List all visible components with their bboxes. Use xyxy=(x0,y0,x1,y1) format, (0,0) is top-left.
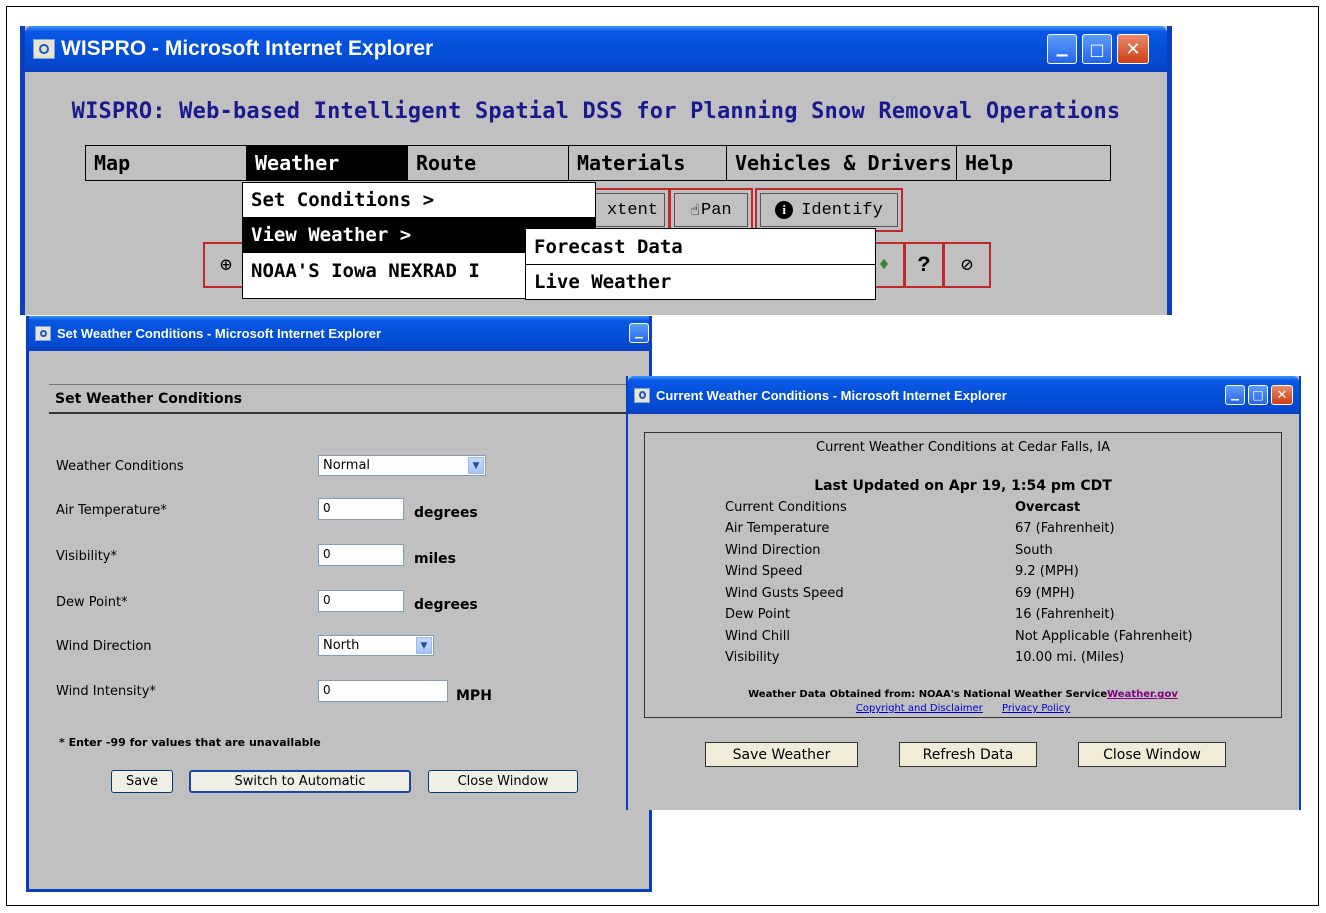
weather-row: Wind Speed 9.2 (MPH) xyxy=(725,564,1079,579)
refresh-data-button[interactable]: Refresh Data xyxy=(899,742,1037,767)
weather-row: Visibility 10.00 mi. (Miles) xyxy=(725,650,1125,665)
air-temperature-label: Air Temperature* xyxy=(56,503,167,518)
visibility-input[interactable]: 0 xyxy=(318,544,404,566)
current-weather-title-bar[interactable]: Current Weather Conditions - Microsoft I… xyxy=(628,376,1299,414)
pan-button[interactable]: ☝ Pan xyxy=(669,188,753,232)
wind-intensity-label: Wind Intensity* xyxy=(56,684,156,699)
privacy-policy-link[interactable]: Privacy Policy xyxy=(1002,703,1070,714)
minimize-button[interactable]: ▁ xyxy=(1225,385,1245,405)
weather-gov-link[interactable]: Weather.gov xyxy=(1107,689,1178,700)
minimize-button[interactable]: ▁ xyxy=(1047,34,1077,64)
switch-to-automatic-button[interactable]: Switch to Automatic xyxy=(189,770,411,793)
dew-point-unit: degrees xyxy=(414,597,478,613)
view-weather-submenu: Forecast Data Live Weather xyxy=(525,228,876,300)
close-button[interactable]: ✕ xyxy=(1271,385,1293,405)
dew-point-label: Dew Point* xyxy=(56,595,128,610)
save-weather-button[interactable]: Save Weather xyxy=(705,742,858,767)
no-icon: ⊘ xyxy=(960,255,974,278)
hand-icon: ☝ xyxy=(690,202,701,220)
weather-row: Wind Direction South xyxy=(725,543,1053,558)
weather-row: Air Temperature 67 (Fahrenheit) xyxy=(725,521,1115,536)
minimize-button[interactable]: ▁ xyxy=(629,323,649,343)
minimize-icon: ▁ xyxy=(635,327,643,339)
forecast-data-item[interactable]: Forecast Data xyxy=(526,229,875,265)
save-button[interactable]: Save xyxy=(111,770,173,793)
set-window-title: Set Weather Conditions - Microsoft Inter… xyxy=(57,326,382,341)
app-title: WISPRO: Web-based Intelligent Spatial DS… xyxy=(71,99,1121,124)
weather-row: Dew Point 16 (Fahrenheit) xyxy=(725,607,1115,622)
current-weather-window: Current Weather Conditions - Microsoft I… xyxy=(626,376,1301,810)
footer-links: Copyright and Disclaimer Privacy Policy xyxy=(645,703,1281,714)
set-conditions-item[interactable]: Set Conditions > xyxy=(243,183,595,218)
minimize-icon: ▁ xyxy=(1056,41,1068,57)
current-window-title: Current Weather Conditions - Microsoft I… xyxy=(656,387,1007,403)
copyright-link[interactable]: Copyright and Disclaimer xyxy=(856,703,983,714)
menu-map[interactable]: Map xyxy=(86,146,247,180)
minimize-icon: ▁ xyxy=(1231,389,1239,401)
identify-button[interactable]: i Identify xyxy=(755,188,903,232)
full-extent-label: xtent xyxy=(595,193,665,227)
menu-help[interactable]: Help xyxy=(957,146,1110,180)
set-weather-heading: Set Weather Conditions xyxy=(49,384,657,414)
wind-intensity-input[interactable]: 0 xyxy=(318,680,448,702)
weather-row: Current Conditions Overcast xyxy=(725,500,1081,515)
ie-icon xyxy=(35,326,51,341)
pan-label: Pan xyxy=(701,200,732,220)
wind-direction-select[interactable]: North ▼ xyxy=(318,635,434,656)
last-updated: Last Updated on Apr 19, 1:54 pm CDT xyxy=(814,478,1112,494)
current-weather-panel: Current Weather Conditions at Cedar Fall… xyxy=(644,432,1282,718)
close-icon: ✕ xyxy=(1276,387,1288,403)
visibility-unit: miles xyxy=(414,551,457,567)
live-weather-item[interactable]: Live Weather xyxy=(526,265,875,299)
chevron-down-icon: ▼ xyxy=(468,457,484,474)
identify-label: Identify xyxy=(801,200,883,220)
set-weather-title-bar[interactable]: Set Weather Conditions - Microsoft Inter… xyxy=(29,316,649,351)
maximize-button[interactable]: □ xyxy=(1248,385,1268,405)
zoom-in-icon: ⊕ xyxy=(219,255,233,278)
visibility-label: Visibility* xyxy=(56,549,117,564)
menu-weather[interactable]: Weather xyxy=(247,146,408,180)
air-temperature-input[interactable]: 0 xyxy=(318,498,404,520)
wind-intensity-unit: MPH xyxy=(456,688,492,704)
clear-tool-button[interactable]: ⊘ xyxy=(943,242,991,288)
air-temperature-unit: degrees xyxy=(414,505,478,521)
current-weather-heading: Current Weather Conditions at Cedar Fall… xyxy=(816,440,1110,455)
menu-route[interactable]: Route xyxy=(408,146,569,180)
main-window: WISPRO - Microsoft Internet Explorer ▁ □… xyxy=(20,26,1172,315)
dew-point-input[interactable]: 0 xyxy=(318,590,404,612)
set-weather-window: Set Weather Conditions - Microsoft Inter… xyxy=(26,316,657,892)
close-window-button[interactable]: Close Window xyxy=(1078,742,1226,767)
menu-bar: Map Weather Route Materials Vehicles & D… xyxy=(85,145,1111,181)
help-tool-button[interactable]: ? xyxy=(904,242,944,288)
menu-materials[interactable]: Materials xyxy=(569,146,727,180)
weather-row: Wind Gusts Speed 69 (MPH) xyxy=(725,586,1075,601)
weather-conditions-label: Weather Conditions xyxy=(56,459,184,474)
ie-icon xyxy=(33,39,55,59)
maximize-icon: □ xyxy=(1252,388,1264,402)
unavailable-note: * Enter -99 for values that are unavaila… xyxy=(59,736,321,749)
main-title-bar[interactable]: WISPRO - Microsoft Internet Explorer ▁ □… xyxy=(25,26,1167,72)
info-icon: i xyxy=(775,201,794,219)
data-source: Weather Data Obtained from: NOAA's Natio… xyxy=(748,689,1178,700)
menu-vehicles-drivers[interactable]: Vehicles & Drivers xyxy=(727,146,957,180)
question-icon: ? xyxy=(917,252,931,278)
close-button[interactable]: ✕ xyxy=(1117,34,1149,64)
tool-icon: ♦ xyxy=(878,255,890,275)
close-window-button[interactable]: Close Window xyxy=(428,770,578,793)
chevron-down-icon: ▼ xyxy=(416,637,432,654)
main-window-title: WISPRO - Microsoft Internet Explorer xyxy=(61,37,434,60)
weather-conditions-select[interactable]: Normal ▼ xyxy=(318,455,486,476)
weather-row: Wind Chill Not Applicable (Fahrenheit) xyxy=(725,629,1193,644)
ie-icon xyxy=(634,387,650,403)
full-extent-button[interactable]: xtent xyxy=(590,188,670,232)
maximize-button[interactable]: □ xyxy=(1082,34,1112,64)
wind-direction-label: Wind Direction xyxy=(56,639,152,654)
maximize-icon: □ xyxy=(1089,39,1105,59)
close-icon: ✕ xyxy=(1125,38,1141,60)
